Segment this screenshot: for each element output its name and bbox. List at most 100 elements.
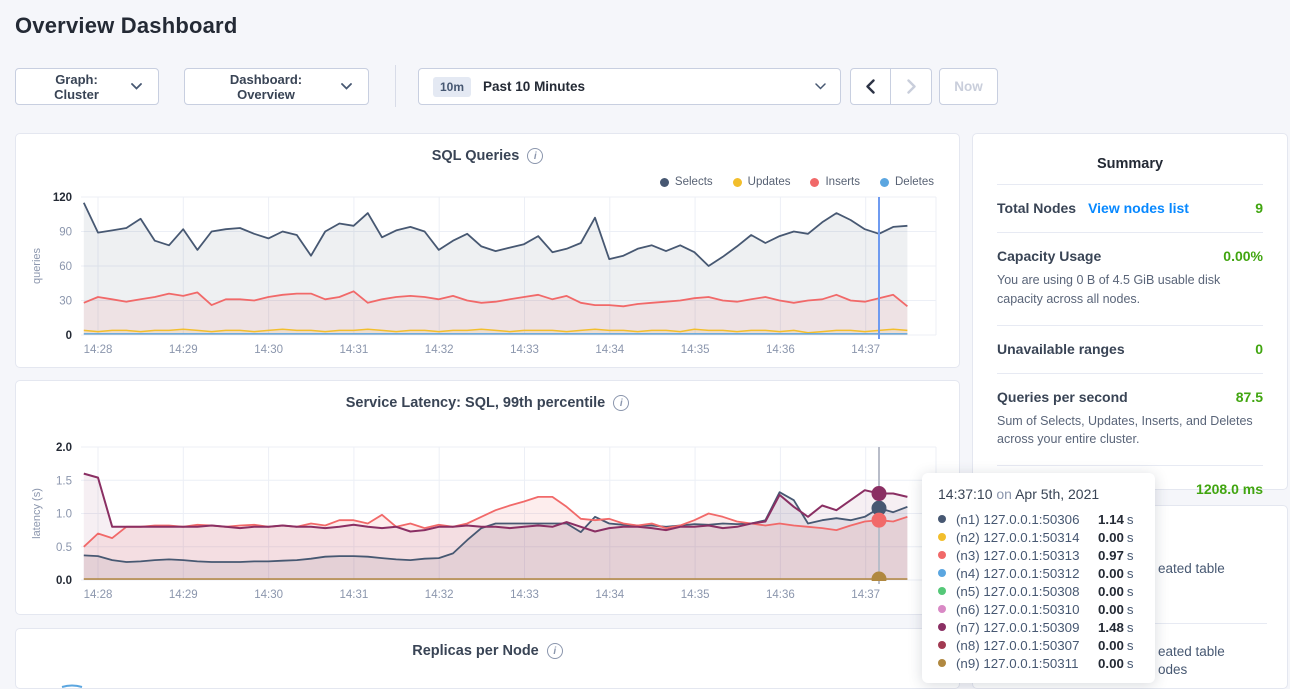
qps-value: 87.5 xyxy=(1236,389,1263,405)
summary-row-unavailable: Unavailable ranges 0 xyxy=(997,325,1263,373)
node-latency-value: 0.00 xyxy=(1098,530,1124,545)
event-item[interactable]: eated table xyxy=(1158,561,1225,576)
event-item[interactable]: eated table xyxy=(1158,644,1225,659)
chevron-down-icon xyxy=(131,83,142,90)
summary-row-capacity: Capacity Usage 0.00% You are using 0 B o… xyxy=(997,232,1263,325)
node-latency-unit: s xyxy=(1127,602,1134,617)
svg-text:0.5: 0.5 xyxy=(56,542,72,554)
info-icon[interactable]: i xyxy=(547,643,563,659)
svg-text:1.0: 1.0 xyxy=(56,509,72,521)
tooltip-node-row: (n5) 127.0.0.1:503080.00s xyxy=(938,582,1139,600)
svg-text:14:32: 14:32 xyxy=(425,589,454,601)
service-latency-chart[interactable]: 14:2814:2914:3014:3114:3214:3314:3414:35… xyxy=(16,426,961,616)
service-latency-panel: Service Latency: SQL, 99th percentile i … xyxy=(15,380,960,615)
svg-text:14:34: 14:34 xyxy=(595,344,624,356)
node-color-dot xyxy=(938,623,946,631)
node-latency-value: 0.00 xyxy=(1098,656,1124,671)
event-item[interactable]: odes xyxy=(1158,662,1187,677)
node-latency-unit: s xyxy=(1127,530,1134,545)
node-color-dot xyxy=(938,641,946,649)
tooltip-node-row: (n6) 127.0.0.1:503100.00s xyxy=(938,600,1139,618)
node-color-dot xyxy=(938,569,946,577)
node-latency-value: 1.48 xyxy=(1098,620,1124,635)
svg-text:14:35: 14:35 xyxy=(681,589,710,601)
svg-text:14:31: 14:31 xyxy=(340,589,369,601)
svg-text:120: 120 xyxy=(53,192,72,204)
time-range-selector[interactable]: 10m Past 10 Minutes xyxy=(418,68,841,105)
sql-queries-title: SQL Queries i xyxy=(16,134,959,164)
svg-text:14:31: 14:31 xyxy=(340,344,369,356)
node-latency-unit: s xyxy=(1127,620,1134,635)
node-address: (n1) 127.0.0.1:50306 xyxy=(956,512,1098,527)
time-pager xyxy=(850,68,932,105)
tooltip-node-row: (n8) 127.0.0.1:503070.00s xyxy=(938,636,1139,654)
tooltip-rows: (n1) 127.0.0.1:503061.14s (n2) 127.0.0.1:… xyxy=(938,510,1139,672)
chart-hover-tooltip: 14:37:10 on Apr 5th, 2021 (n1) 127.0.0.1… xyxy=(922,473,1155,683)
info-icon[interactable]: i xyxy=(527,148,543,164)
node-latency-unit: s xyxy=(1127,656,1134,671)
svg-text:14:28: 14:28 xyxy=(84,589,113,601)
tooltip-node-row: (n1) 127.0.0.1:503061.14s xyxy=(938,510,1139,528)
info-icon[interactable]: i xyxy=(613,395,629,411)
tooltip-node-row: (n4) 127.0.0.1:503120.00s xyxy=(938,564,1139,582)
now-button[interactable]: Now xyxy=(939,68,998,105)
overview-dashboard-page: Overview Dashboard Graph: Cluster Dashbo… xyxy=(0,0,1290,689)
node-latency-value: 0.97 xyxy=(1098,548,1124,563)
node-address: (n7) 127.0.0.1:50309 xyxy=(956,620,1098,635)
svg-text:14:29: 14:29 xyxy=(169,344,198,356)
svg-text:14:37: 14:37 xyxy=(851,344,880,356)
svg-text:14:30: 14:30 xyxy=(254,344,283,356)
node-latency-unit: s xyxy=(1127,584,1134,599)
node-color-dot xyxy=(938,515,946,523)
sql-queries-chart[interactable]: 14:2814:2914:3014:3114:3214:3314:3414:35… xyxy=(16,179,961,369)
node-address: (n9) 127.0.0.1:50311 xyxy=(956,656,1098,671)
capacity-usage-desc: You are using 0 B of 4.5 GiB usable disk… xyxy=(997,271,1263,309)
node-color-dot xyxy=(938,605,946,613)
chevron-right-icon xyxy=(907,79,916,94)
svg-text:90: 90 xyxy=(59,227,72,239)
node-latency-value: 0.00 xyxy=(1098,602,1124,617)
time-prev-button[interactable] xyxy=(850,68,891,105)
dashboard-dropdown[interactable]: Dashboard: Overview xyxy=(184,68,369,105)
svg-text:14:33: 14:33 xyxy=(510,344,539,356)
tooltip-node-row: (n7) 127.0.0.1:503091.48s xyxy=(938,618,1139,636)
replicas-per-node-title: Replicas per Node i xyxy=(16,629,959,659)
node-address: (n5) 127.0.0.1:50308 xyxy=(956,584,1098,599)
node-latency-value: 0.00 xyxy=(1098,638,1124,653)
svg-text:60: 60 xyxy=(59,261,72,273)
summary-title: Summary xyxy=(997,148,1263,184)
svg-text:14:28: 14:28 xyxy=(84,344,113,356)
node-color-dot xyxy=(938,659,946,667)
qps-label: Queries per second xyxy=(997,389,1128,405)
service-latency-title: Service Latency: SQL, 99th percentile i xyxy=(16,381,959,411)
capacity-usage-label: Capacity Usage xyxy=(997,248,1101,264)
svg-text:14:36: 14:36 xyxy=(766,344,795,356)
node-address: (n4) 127.0.0.1:50312 xyxy=(956,566,1098,581)
unavailable-ranges-label: Unavailable ranges xyxy=(997,341,1125,357)
chevron-down-icon xyxy=(341,83,352,90)
svg-text:30: 30 xyxy=(59,296,72,308)
total-nodes-label: Total Nodes xyxy=(997,200,1076,216)
svg-text:2.0: 2.0 xyxy=(56,442,72,454)
toolbar-divider xyxy=(395,65,396,107)
view-nodes-list-link[interactable]: View nodes list xyxy=(1088,200,1189,216)
time-next-button[interactable] xyxy=(891,68,932,105)
time-range-label: Past 10 Minutes xyxy=(483,79,803,94)
svg-text:0.0: 0.0 xyxy=(56,575,72,587)
node-latency-unit: s xyxy=(1127,566,1134,581)
node-address: (n2) 127.0.0.1:50314 xyxy=(956,530,1098,545)
graph-dropdown[interactable]: Graph: Cluster xyxy=(15,68,159,105)
tooltip-node-row: (n3) 127.0.0.1:503130.97s xyxy=(938,546,1139,564)
node-latency-value: 0.00 xyxy=(1098,566,1124,581)
tooltip-node-row: (n9) 127.0.0.1:503110.00s xyxy=(938,654,1139,672)
replicas-chart-edge xyxy=(61,684,83,688)
capacity-usage-value: 0.00% xyxy=(1223,248,1263,264)
svg-text:1.5: 1.5 xyxy=(56,475,72,487)
svg-text:latency (s): latency (s) xyxy=(31,488,43,539)
qps-desc: Sum of Selects, Updates, Inserts, and De… xyxy=(997,412,1263,450)
chevron-down-icon xyxy=(815,83,826,90)
svg-text:14:34: 14:34 xyxy=(595,589,624,601)
svg-text:0: 0 xyxy=(66,330,72,342)
node-latency-value: 0.00 xyxy=(1098,584,1124,599)
replicas-per-node-panel: Replicas per Node i xyxy=(15,628,960,689)
